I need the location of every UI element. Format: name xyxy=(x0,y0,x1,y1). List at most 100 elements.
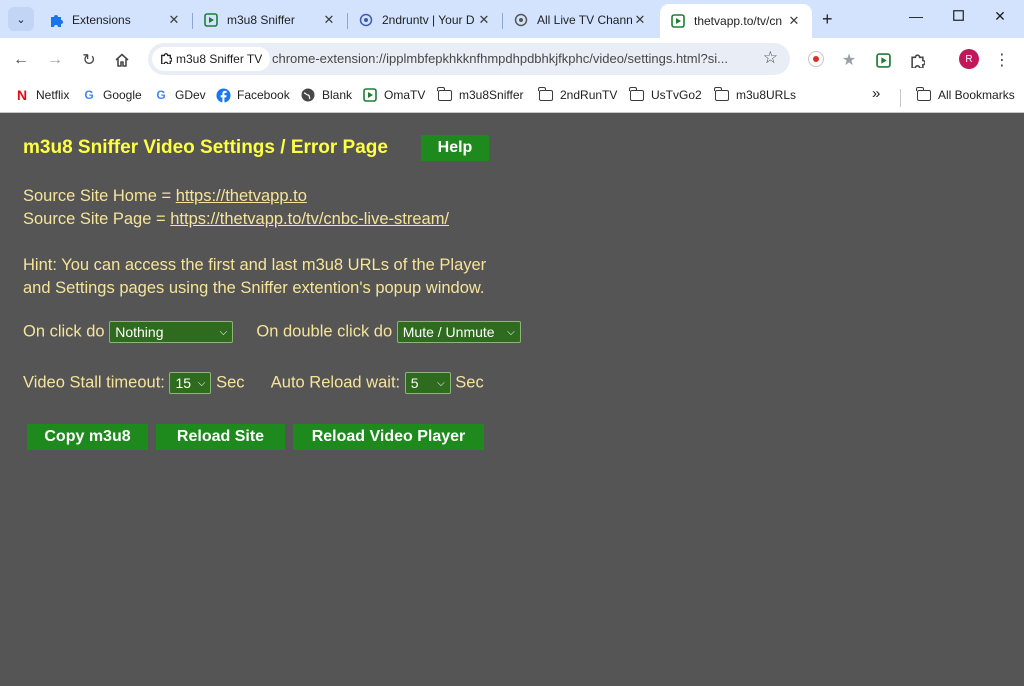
reload-wait-value: 5 xyxy=(410,375,419,391)
reload-icon[interactable]: ↻ xyxy=(78,49,100,71)
maximize-icon[interactable] xyxy=(948,8,968,24)
bookmark-label: 2ndRunTV xyxy=(560,88,618,102)
bookmark-label: Netflix xyxy=(36,88,70,102)
click-settings-row: On click do Nothing ⌵ On double click do… xyxy=(23,321,521,343)
kebab-menu-icon[interactable]: ⋮ xyxy=(991,49,1013,71)
tab-close-icon[interactable]: ✕ xyxy=(476,12,492,28)
bookmark-omatv[interactable]: OmaTV xyxy=(362,87,425,103)
tab-thetvapp[interactable]: thetvapp.to/tv/cn ✕ xyxy=(660,4,812,38)
bookmark-folder-m3u8urls[interactable]: m3u8URLs xyxy=(714,86,797,103)
star-extension-icon[interactable]: ★ xyxy=(838,49,860,71)
tab-title: All Live TV Chann xyxy=(537,13,632,27)
tab-title: Extensions xyxy=(72,13,131,27)
bookmark-facebook[interactable]: Facebook xyxy=(215,87,290,103)
bookmark-label: GDev xyxy=(175,88,206,102)
on-double-click-select[interactable]: Mute / Unmute ⌵ xyxy=(396,321,521,343)
on-double-click-value: Mute / Unmute xyxy=(402,324,495,340)
source-page-line: Source Site Page = https://thetvapp.to/t… xyxy=(23,210,449,229)
bookmark-folder-2ndruntv[interactable]: 2ndRunTV xyxy=(538,86,618,103)
bookmark-label: UsTvGo2 xyxy=(651,88,702,102)
bookmark-label: Google xyxy=(103,88,142,102)
back-arrow-icon[interactable]: ← xyxy=(10,49,32,71)
play-icon xyxy=(362,87,378,103)
bookmark-label: m3u8URLs xyxy=(736,88,797,102)
bookmark-label: Facebook xyxy=(237,88,290,102)
google-icon: G xyxy=(156,88,166,102)
tab-all-live-tv[interactable]: All Live TV Chann ✕ xyxy=(503,6,658,34)
play-extension-icon[interactable] xyxy=(872,49,894,71)
folder-icon xyxy=(538,86,554,103)
close-window-icon[interactable]: ✕ xyxy=(990,8,1010,25)
bookmarks-divider xyxy=(900,89,901,107)
tab-close-icon[interactable]: ✕ xyxy=(786,13,802,29)
globe-icon xyxy=(513,12,529,28)
profile-avatar[interactable]: R xyxy=(959,49,979,69)
copy-m3u8-button[interactable]: Copy m3u8 xyxy=(27,424,148,450)
hint-text-line-2: and Settings pages using the Sniffer ext… xyxy=(23,279,485,297)
tab-close-icon[interactable]: ✕ xyxy=(321,12,337,28)
tab-2ndruntv[interactable]: 2ndruntv | Your D ✕ xyxy=(348,6,502,34)
chevron-down-icon: ⌵ xyxy=(507,326,515,338)
tab-close-icon[interactable]: ✕ xyxy=(632,12,648,28)
source-page-link[interactable]: https://thetvapp.to/tv/cnbc-live-stream/ xyxy=(170,210,449,228)
reload-wait-select[interactable]: 5 ⌵ xyxy=(404,372,451,394)
tab-search-button[interactable]: ⌄ xyxy=(8,7,34,31)
folder-icon xyxy=(437,86,453,103)
tab-strip: ⌄ Extensions ✕ m3u8 Sniffer ✕ 2ndruntv |… xyxy=(0,0,1024,38)
play-icon xyxy=(670,13,686,29)
record-extension-icon[interactable] xyxy=(808,51,824,67)
url-text[interactable]: chrome-extension://ipplmbfepkhkknfhmpdhp… xyxy=(272,51,752,66)
puzzle-icon xyxy=(48,12,64,28)
bookmark-label: Blank xyxy=(322,88,353,102)
chevron-down-icon: ⌵ xyxy=(197,377,206,389)
bookmark-label: m3u8Sniffer xyxy=(459,88,524,102)
chevron-down-icon: ⌵ xyxy=(219,326,228,338)
folder-icon xyxy=(916,86,932,103)
address-bar[interactable]: m3u8 Sniffer TV chrome-extension://ipplm… xyxy=(148,43,790,75)
globe-icon xyxy=(358,12,374,28)
bookmarks-overflow-button[interactable]: » xyxy=(872,85,880,102)
tab-title: 2ndruntv | Your D xyxy=(382,13,475,27)
google-icon: G xyxy=(84,88,94,102)
extensions-puzzle-icon[interactable] xyxy=(906,49,928,71)
bookmark-google[interactable]: G Google xyxy=(81,87,142,103)
on-double-click-label: On double click do xyxy=(256,322,393,341)
page-title: m3u8 Sniffer Video Settings / Error Page xyxy=(23,137,388,158)
bookmark-star-icon[interactable]: ☆ xyxy=(763,48,778,68)
chip-label: m3u8 Sniffer TV xyxy=(176,52,263,66)
bookmark-gdev[interactable]: G GDev xyxy=(153,87,206,103)
forward-arrow-icon[interactable]: → xyxy=(44,49,66,71)
tab-m3u8-sniffer[interactable]: m3u8 Sniffer ✕ xyxy=(193,6,347,34)
settings-page: m3u8 Sniffer Video Settings / Error Page… xyxy=(0,114,1024,686)
source-home-label: Source Site Home = xyxy=(23,187,176,205)
chevron-down-icon: ⌄ xyxy=(16,13,26,26)
tab-title: thetvapp.to/tv/cn xyxy=(694,14,783,28)
stall-timeout-select[interactable]: 15 ⌵ xyxy=(169,372,212,394)
home-icon[interactable] xyxy=(111,49,133,71)
help-button[interactable]: Help xyxy=(421,135,489,161)
bookmark-netflix[interactable]: N Netflix xyxy=(14,87,69,103)
bookmark-label: OmaTV xyxy=(384,88,426,102)
bookmark-folder-m3u8sniffer[interactable]: m3u8Sniffer xyxy=(437,86,524,103)
all-bookmarks-label: All Bookmarks xyxy=(938,88,1015,102)
tab-close-icon[interactable]: ✕ xyxy=(166,12,182,28)
folder-icon xyxy=(714,86,730,103)
tab-extensions[interactable]: Extensions ✕ xyxy=(38,6,192,34)
reload-video-player-button[interactable]: Reload Video Player xyxy=(293,424,484,450)
hint-text-line-1: Hint: You can access the first and last … xyxy=(23,256,487,274)
browser-toolbar: ← → ↻ m3u8 Sniffer TV chrome-extension:/… xyxy=(0,38,1024,80)
minimize-icon[interactable]: — xyxy=(906,8,926,24)
bookmark-folder-ustvgo2[interactable]: UsTvGo2 xyxy=(629,86,702,103)
on-click-select[interactable]: Nothing ⌵ xyxy=(109,321,234,343)
source-home-link[interactable]: https://thetvapp.to xyxy=(176,187,307,205)
bookmark-blank[interactable]: Blank xyxy=(300,87,352,103)
source-home-line: Source Site Home = https://thetvapp.to xyxy=(23,187,307,206)
extension-site-chip[interactable]: m3u8 Sniffer TV xyxy=(152,47,271,71)
all-bookmarks-button[interactable]: All Bookmarks xyxy=(916,86,1015,103)
puzzle-icon xyxy=(160,52,173,67)
on-click-label: On click do xyxy=(23,322,105,341)
reload-site-button[interactable]: Reload Site xyxy=(156,424,285,450)
stall-timeout-unit: Sec xyxy=(216,373,245,392)
facebook-icon xyxy=(215,87,231,103)
new-tab-button[interactable]: + xyxy=(822,9,833,30)
